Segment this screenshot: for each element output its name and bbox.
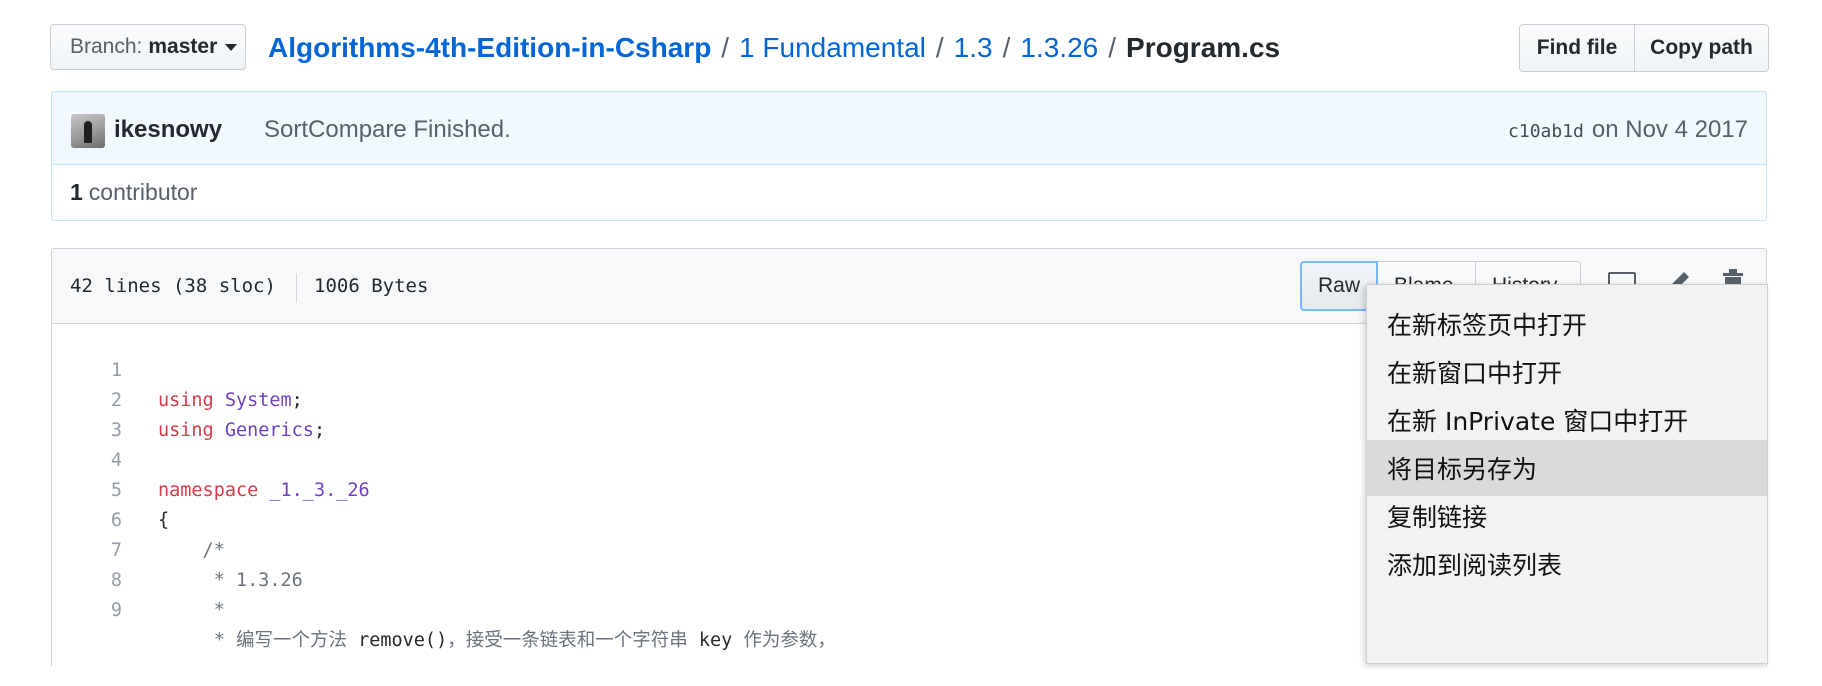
breadcrumb-separator: / bbox=[935, 32, 944, 63]
branch-name: master bbox=[148, 35, 218, 58]
breadcrumb-separator: / bbox=[721, 32, 730, 63]
commit-tease: ikesnowy SortCompare Finished. c10ab1d o… bbox=[51, 91, 1767, 165]
line-number[interactable]: 9 bbox=[52, 596, 122, 626]
file-info-divider bbox=[296, 273, 297, 303]
context-menu: 在新标签页中打开 在新窗口中打开 在新 InPrivate 窗口中打开 将目标另… bbox=[1366, 284, 1768, 664]
commit-message-link[interactable]: SortCompare Finished. bbox=[264, 116, 511, 144]
code-comment: * 编写一个方法 remove()，接受一条链表和一个字符串 key 作为参数， bbox=[158, 626, 836, 656]
menu-item-add-to-reading-list[interactable]: 添加到阅读列表 bbox=[1367, 536, 1767, 592]
avatar[interactable] bbox=[71, 114, 105, 148]
commit-sha-link[interactable]: c10ab1d bbox=[1508, 121, 1584, 142]
find-file-button[interactable]: Find file bbox=[1519, 24, 1635, 72]
breadcrumb-separator: / bbox=[1108, 32, 1117, 63]
breadcrumb: Algorithms-4th-Edition-in-Csharp / 1 Fun… bbox=[268, 28, 1280, 68]
breadcrumb-separator: / bbox=[1002, 32, 1011, 63]
file-navigation-buttons: Find file Copy path bbox=[1519, 24, 1769, 72]
contributor-count: 1 bbox=[70, 179, 83, 205]
commit-date: on Nov 4 2017 bbox=[1591, 116, 1748, 143]
contributors-bar: 1 contributor bbox=[51, 165, 1767, 221]
comment-code: key bbox=[698, 630, 733, 651]
commit-meta: c10ab1d on Nov 4 2017 bbox=[1508, 116, 1748, 144]
caret-down-icon bbox=[225, 43, 238, 51]
breadcrumb-link-1-3-26[interactable]: 1.3.26 bbox=[1020, 32, 1098, 64]
file-size: 1006 Bytes bbox=[314, 275, 429, 297]
breadcrumb-link-1-3[interactable]: 1.3 bbox=[954, 32, 993, 64]
branch-prefix-label: Branch: bbox=[70, 35, 143, 58]
breadcrumb-link-fundamental[interactable]: 1 Fundamental bbox=[739, 32, 926, 64]
breadcrumb-current-file: Program.cs bbox=[1126, 32, 1281, 63]
branch-selector-button[interactable]: Branch: master bbox=[50, 24, 246, 70]
file-line-count: 42 lines (38 sloc) bbox=[70, 275, 276, 297]
commit-author-link[interactable]: ikesnowy bbox=[114, 116, 222, 144]
comment-text: * 编写一个方法 bbox=[158, 630, 359, 651]
comment-code: remove() bbox=[358, 630, 448, 651]
copy-path-button[interactable]: Copy path bbox=[1635, 24, 1769, 72]
avatar-figure bbox=[84, 121, 92, 143]
code-comment: * bbox=[158, 600, 225, 621]
comment-text: 作为参数， bbox=[732, 630, 836, 651]
breadcrumb-repo-link[interactable]: Algorithms-4th-Edition-in-Csharp bbox=[268, 32, 711, 64]
comment-text: ，接受一条链表和一个字符串 bbox=[447, 630, 699, 651]
contributor-label: contributor bbox=[88, 179, 198, 205]
